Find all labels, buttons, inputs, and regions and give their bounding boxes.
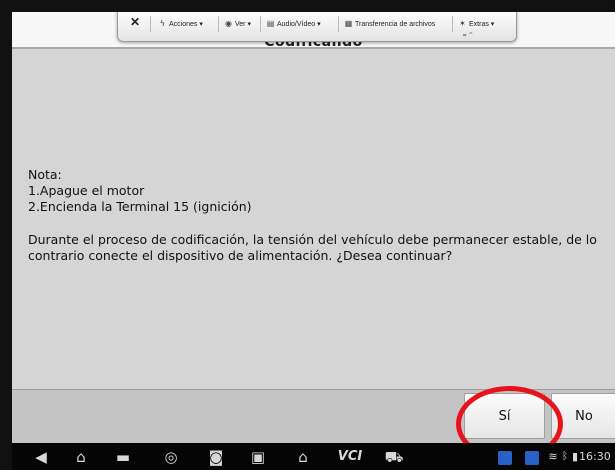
recent-apps-icon[interactable]: ▬ [112,446,134,468]
dialog-button-bar: Sí No [12,389,615,443]
camera-icon[interactable]: ◙ [205,446,227,468]
tablet-bezel: Codificando ✕ ϟ Acciones ▾ ◉ Ver ▾ ▤ Audio/… [0,0,615,470]
toolbar-divider [260,16,261,32]
toolbar-divider [150,16,151,32]
lightning-icon: ϟ [160,19,165,28]
note-step-1: 1.Apague el motor [28,183,145,198]
status-clock: 16:30 [579,450,611,463]
toolbar-divider [218,16,219,32]
note-heading: Nota: [28,167,62,182]
remote-control-toolbar: ✕ ϟ Acciones ▾ ◉ Ver ▾ ▤ Audio/Vídeo ▾ ▦ Tra… [117,12,517,42]
file-transfer-menu[interactable]: ▦ Transferencia de archivos [344,17,436,31]
close-icon[interactable]: ✕ [130,15,140,29]
eye-icon: ◉ [225,19,232,28]
file-transfer-icon: ▦ [344,19,353,28]
ver-label: Ver ▾ [235,21,251,28]
home-icon[interactable]: ⌂ [70,446,92,468]
no-button[interactable]: No [551,393,615,439]
chat-icon: ▤ [266,19,275,28]
notification-app-icon [497,446,513,468]
audio-video-menu[interactable]: ▤ Audio/Vídeo ▾ [266,17,321,31]
back-icon[interactable]: ◀ [30,446,52,468]
tablet-screen: Codificando ✕ ϟ Acciones ▾ ◉ Ver ▾ ▤ Audio/… [12,12,615,470]
toolbar-divider [452,16,453,32]
audio-video-label: Audio/Vídeo ▾ [277,21,321,28]
acciones-menu[interactable]: ϟ Acciones ▾ [158,17,203,31]
screenshot-icon[interactable]: ▣ [247,446,269,468]
dialog-message: Durante el proceso de codificación, la t… [28,232,597,263]
android-navigation-bar: ◀ ⌂ ▬ ◎ ◙ ▣ ⌂ VCI ⛟ ≋ ᛒ ▮ 16:30 [12,443,615,470]
car-icon[interactable]: ⛟ [382,446,406,468]
file-transfer-label: Transferencia de archivos [355,21,436,28]
yes-button[interactable]: Sí [464,393,545,439]
acciones-label: Acciones ▾ [169,21,203,28]
app-home-icon[interactable]: ⌂ [292,446,314,468]
notification-app-icon-2 [524,446,540,468]
toolbar-divider [338,16,339,32]
extras-menu[interactable]: ✶ Extras ▾ [458,17,494,31]
extras-icon: ✶ [459,19,466,28]
note-step-2: 2.Encienda la Terminal 15 (ignición) [28,199,252,214]
extras-label: Extras ▾ [469,21,495,28]
collapse-toolbar-icon[interactable]: ⌗ ^ [463,32,473,40]
dialog-content: Nota: 1.Apague el motor 2.Encienda la Te… [12,49,615,389]
note-block: Nota: 1.Apague el motor 2.Encienda la Te… [28,167,608,264]
browser-icon[interactable]: ◎ [160,446,182,468]
vci-status-icon[interactable]: VCI [332,446,368,468]
wifi-icon: ≋ [548,450,558,463]
ver-menu[interactable]: ◉ Ver ▾ [224,17,251,31]
bluetooth-icon: ᛒ [562,451,568,462]
